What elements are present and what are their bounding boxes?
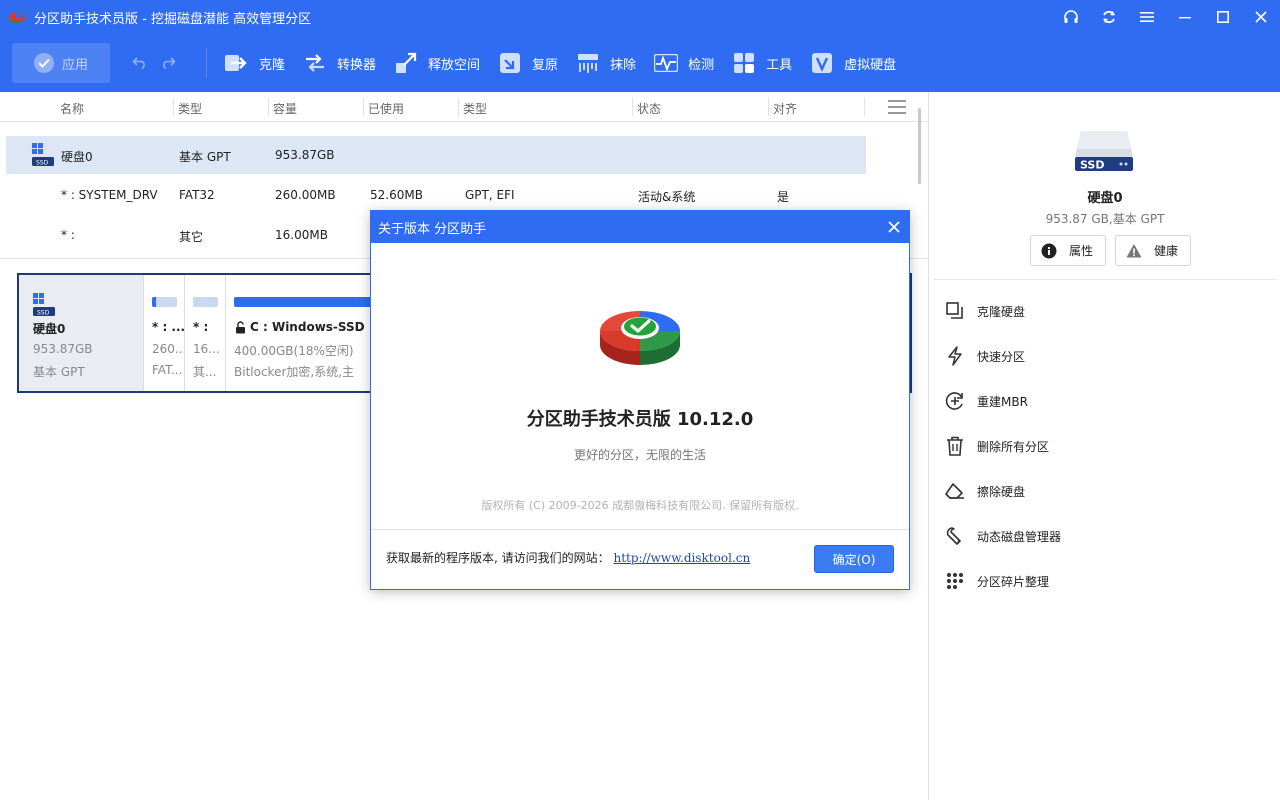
- selected-disk-info: 953.87 GB,基本 GPT: [1045, 212, 1165, 226]
- op-wipe-disk[interactable]: 擦除硬盘: [945, 479, 1025, 503]
- product-name: 分区助手技术员版 10.12.0: [526, 409, 754, 430]
- warning-icon: [1126, 243, 1142, 257]
- headset-icon[interactable]: [1052, 0, 1090, 34]
- dialog-title: 关于版本 分区助手: [378, 221, 487, 237]
- clone-disk-icon: [945, 301, 965, 321]
- unlock-icon: [236, 321, 245, 334]
- op-dynamic-disk-manager[interactable]: 动态磁盘管理器: [945, 524, 1061, 548]
- tool-converter[interactable]: 转换器: [303, 43, 376, 83]
- close-icon[interactable]: [1242, 0, 1280, 34]
- tool-check[interactable]: 检测: [654, 43, 714, 83]
- website-link[interactable]: http://www.disktool.cn: [613, 551, 750, 565]
- svg-text:SSD: SSD: [37, 310, 50, 317]
- undo-icon[interactable]: [132, 54, 148, 73]
- op-rebuild-mbr[interactable]: 重建MBR: [945, 389, 1028, 413]
- ok-button[interactable]: 确定(O): [814, 545, 894, 573]
- disk-map-disk[interactable]: SSD 硬盘0 953.87GB 基本 GPT: [19, 275, 143, 391]
- properties-button[interactable]: 属性: [1030, 235, 1107, 266]
- wrench-icon: [945, 526, 965, 546]
- disk-type: 基本 GPT: [179, 150, 231, 164]
- svg-text:SSD: SSD: [36, 160, 49, 167]
- maximize-icon[interactable]: [1204, 0, 1242, 34]
- tool-wipe[interactable]: 抹除: [576, 43, 636, 83]
- apply-button[interactable]: 应用: [12, 43, 110, 83]
- disk-icon: SSD: [33, 293, 55, 317]
- menu-icon[interactable]: [1128, 0, 1166, 34]
- column-settings-icon[interactable]: [888, 100, 906, 114]
- window-title: 分区助手技术员版 - 挖掘磁盘潜能 高效管理分区: [34, 11, 312, 27]
- tool-free-space[interactable]: 释放空间: [394, 43, 480, 83]
- checkmark-icon: [33, 53, 54, 73]
- product-logo-icon: [600, 311, 680, 365]
- right-panel: SSD 硬盘0 953.87 GB,基本 GPT 属性 健康 克隆硬盘 快速分区…: [928, 92, 1280, 800]
- rebuild-mbr-icon: [945, 391, 965, 411]
- dialog-title-bar: 关于版本 分区助手: [371, 211, 909, 243]
- disk-name: 硬盘0: [61, 150, 93, 164]
- check-icon: [654, 51, 679, 75]
- title-bar: 分区助手技术员版 - 挖掘磁盘潜能 高效管理分区: [0, 0, 1280, 34]
- lightning-icon: [945, 346, 965, 366]
- col-status[interactable]: 状态: [637, 100, 661, 117]
- tools-icon: [732, 51, 756, 75]
- col-capacity[interactable]: 容量: [273, 100, 297, 117]
- restore-icon: [498, 51, 522, 75]
- app-logo-icon: [9, 12, 25, 23]
- col-name[interactable]: 名称: [60, 100, 84, 117]
- tool-virtual-disk[interactable]: 虚拟硬盘: [810, 43, 896, 83]
- table-row-disk[interactable]: SSD 硬盘0 基本 GPT 953.87GB: [6, 136, 866, 174]
- eraser-icon: [945, 481, 965, 501]
- visit-text: 获取最新的程序版本, 请访问我们的网站：: [386, 551, 610, 565]
- col-type[interactable]: 类型: [178, 100, 202, 117]
- virtual-disk-icon: [810, 51, 834, 75]
- tool-restore[interactable]: 复原: [498, 43, 558, 83]
- toolbar: 应用 克隆 转换器 释放空间 复原 抹除 检测 工具 虚拟硬盘: [0, 34, 1280, 92]
- op-delete-all-partitions[interactable]: 删除所有分区: [945, 434, 1049, 458]
- op-quick-partition[interactable]: 快速分区: [945, 344, 1025, 368]
- partition-block[interactable]: * : ... 260... FAT...: [143, 275, 186, 391]
- partition-list-header: 名称 类型 容量 已使用 类型 状态 对齐: [0, 92, 928, 122]
- disk-capacity: 953.87GB: [275, 148, 335, 162]
- dialog-close-icon[interactable]: [885, 218, 903, 236]
- website-line: 获取最新的程序版本, 请访问我们的网站： http://www.disktool…: [386, 549, 750, 566]
- col-align[interactable]: 对齐: [773, 100, 797, 117]
- op-clone-disk[interactable]: 克隆硬盘: [945, 299, 1025, 323]
- health-button[interactable]: 健康: [1115, 235, 1192, 266]
- trash-icon: [945, 436, 965, 456]
- wipe-icon: [576, 51, 600, 75]
- clone-icon: [225, 51, 249, 75]
- partition-block[interactable]: * : 16... 其...: [184, 275, 225, 391]
- defrag-icon: [945, 571, 965, 591]
- converter-icon: [303, 51, 327, 75]
- selected-disk-name: 硬盘0: [1087, 191, 1123, 206]
- disk-icon: SSD: [32, 143, 54, 167]
- col-used[interactable]: 已使用: [368, 100, 404, 117]
- op-defrag[interactable]: 分区碎片整理: [945, 569, 1049, 593]
- list-scrollbar[interactable]: [918, 108, 921, 184]
- tool-clone[interactable]: 克隆: [225, 43, 285, 83]
- tool-tools[interactable]: 工具: [732, 43, 792, 83]
- svg-text:SSD: SSD: [1080, 159, 1104, 172]
- info-icon: [1041, 243, 1057, 258]
- about-dialog: 关于版本 分区助手 分区助手技术员版 10.12.0 更好的分区，无限的生活 版…: [370, 210, 910, 590]
- minimize-icon[interactable]: [1166, 0, 1204, 34]
- copyright-text: 版权所有 (C) 2009-2026 成都傲梅科技有限公司. 保留所有版权.: [481, 499, 799, 512]
- toolbar-separator: [206, 48, 207, 78]
- free-space-icon: [394, 51, 418, 75]
- apply-label: 应用: [61, 57, 88, 73]
- product-slogan: 更好的分区，无限的生活: [573, 448, 706, 462]
- redo-icon[interactable]: [160, 54, 176, 73]
- col-partition-type[interactable]: 类型: [463, 100, 487, 117]
- table-row[interactable]: * : SYSTEM_DRV FAT32 260.00MB 52.60MB GP…: [6, 176, 866, 214]
- ssd-icon: SSD: [1075, 131, 1133, 172]
- refresh-icon[interactable]: [1090, 0, 1128, 34]
